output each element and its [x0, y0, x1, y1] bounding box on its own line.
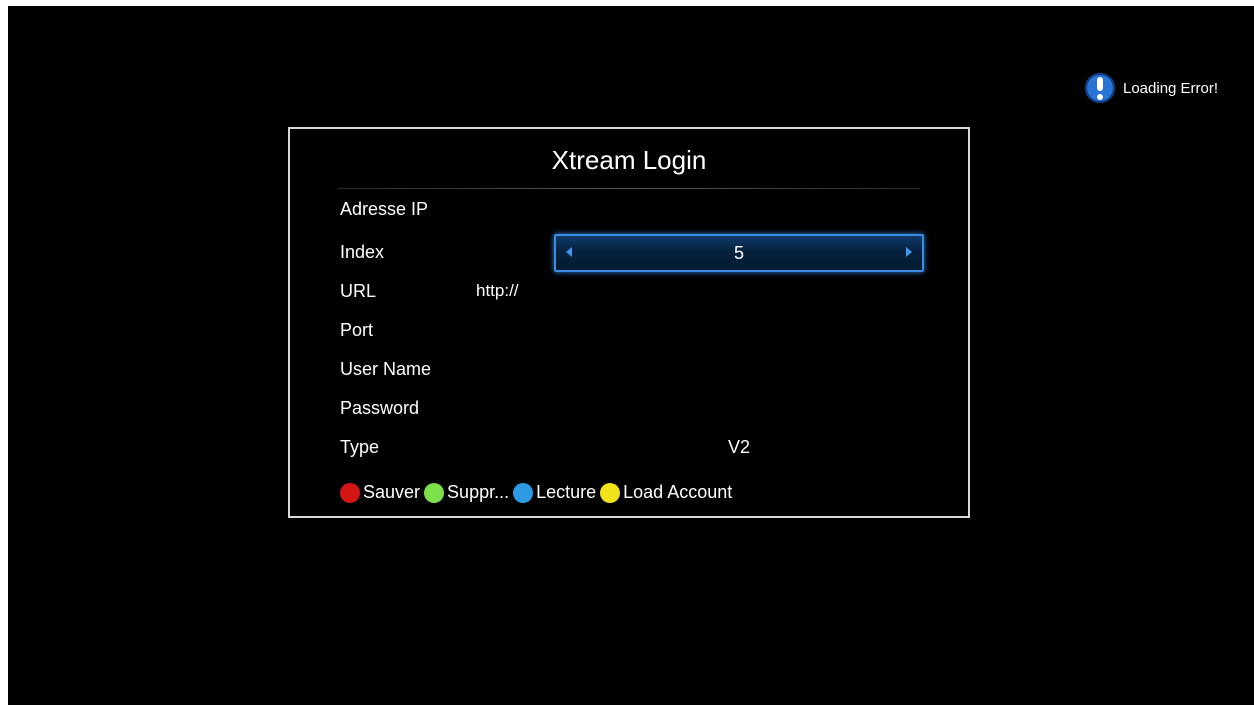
play-label: Lecture — [536, 482, 597, 502]
username-label: User Name — [340, 359, 432, 379]
save-label: Sauver — [363, 482, 421, 502]
title-divider — [338, 188, 920, 189]
blue-play-button[interactable]: Lecture — [513, 482, 596, 503]
delete-label: Suppr... — [447, 482, 510, 502]
username-row[interactable]: User Name — [340, 354, 920, 384]
error-notification: Loading Error! — [1085, 73, 1218, 103]
yellow-load-account-button[interactable]: Load Account — [600, 482, 732, 503]
green-delete-button[interactable]: Suppr... — [424, 482, 509, 503]
type-row[interactable]: Type V2 — [340, 432, 920, 462]
index-label: Index — [340, 242, 385, 262]
password-row[interactable]: Password — [340, 393, 920, 423]
port-row[interactable]: Port — [340, 315, 920, 345]
green-dot-icon — [424, 482, 445, 503]
notification-text: Loading Error! — [1123, 79, 1219, 97]
blue-dot-icon — [513, 482, 534, 503]
red-save-button[interactable]: Sauver — [340, 482, 420, 503]
yellow-dot-icon — [600, 482, 621, 503]
xtream-login-dialog: Xtream Login Adresse IP Index 5 URL http… — [288, 127, 970, 518]
ip-label: Adresse IP — [340, 199, 429, 219]
index-row[interactable]: Index 5 — [340, 234, 924, 272]
color-button-legend: Sauver Suppr... Lecture Load Account — [340, 482, 736, 503]
ip-row[interactable]: Adresse IP — [340, 194, 920, 224]
url-label: URL — [340, 281, 377, 301]
load-account-label: Load Account — [623, 482, 733, 502]
url-value: http:// — [476, 281, 519, 300]
dialog-title: Xtream Login — [551, 145, 707, 175]
type-label: Type — [340, 437, 380, 457]
red-dot-icon — [340, 482, 360, 503]
arrow-right-icon[interactable] — [906, 247, 912, 257]
alert-icon — [1085, 73, 1115, 103]
index-value: 5 — [733, 243, 744, 263]
password-label: Password — [340, 398, 420, 418]
tv-screen: Loading Error! Xtream Login Adresse IP I… — [8, 6, 1254, 705]
port-label: Port — [340, 320, 374, 340]
url-row[interactable]: URL http:// — [340, 276, 920, 306]
type-value: V2 — [727, 437, 751, 457]
index-selector[interactable]: 5 — [554, 234, 924, 272]
